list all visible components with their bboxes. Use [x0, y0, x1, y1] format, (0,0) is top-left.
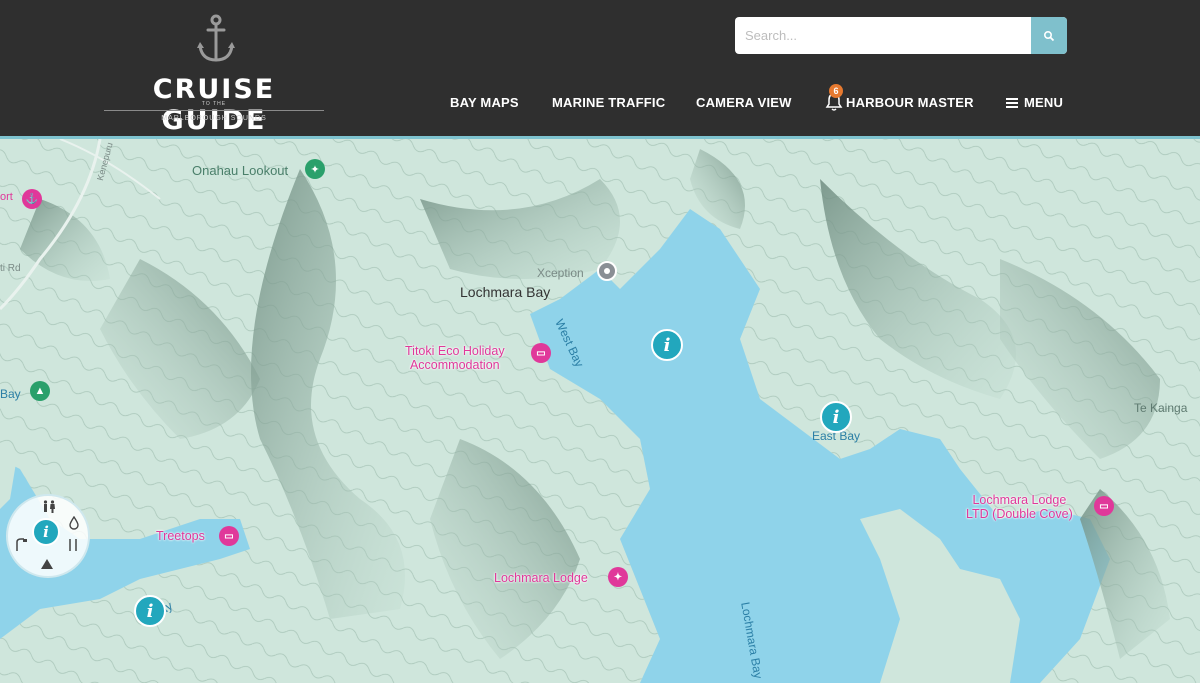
label-xception: Xception [537, 266, 584, 280]
bed-icon: ▭ [536, 347, 546, 359]
label-te-kainga: Te Kainga [1134, 401, 1188, 415]
menu-label: MENU [1024, 95, 1064, 110]
cutlery-icon [69, 539, 77, 551]
nav-bay-maps[interactable]: BAY MAPS [450, 95, 519, 110]
site-header: CRUISE GUIDE TO THE MARLBOROUGH SOUNDS B… [0, 0, 1200, 139]
toilets-icon [43, 500, 55, 513]
mooring-marker[interactable] [597, 261, 617, 281]
shower-icon [16, 538, 27, 551]
label-treetops: Treetops [156, 529, 205, 543]
search-bar [735, 17, 1067, 54]
label-lochmara-bay: Lochmara Bay [460, 284, 551, 300]
label-lochmara-lodge-ltd: Lochmara Lodge LTD (Double Cove) [966, 493, 1073, 521]
search-icon [1043, 30, 1055, 41]
lookout-marker[interactable]: ✦ [305, 159, 325, 179]
titoki-marker[interactable]: ▭ [531, 343, 551, 363]
star-icon: ✦ [613, 571, 623, 583]
cruise-guide-logo[interactable]: CRUISE GUIDE TO THE MARLBOROUGH SOUNDS [100, 14, 328, 136]
search-input[interactable] [735, 17, 1021, 54]
label-onahau-lookout: Onahau Lookout [192, 163, 289, 178]
nav-harbour-master[interactable]: HARBOUR MASTER [846, 95, 974, 110]
logo-subtitle: MARLBOROUGH SOUNDS [161, 115, 267, 122]
info-marker-bottom-bay[interactable]: i [134, 595, 166, 627]
water-drop-icon [69, 516, 79, 530]
label-port-partial: ort [0, 191, 13, 203]
nav-camera-view[interactable]: CAMERA VIEW [696, 95, 792, 110]
anchor-icon [197, 14, 235, 62]
info-marker-east-bay[interactable]: i [820, 401, 852, 433]
label-road-partial: ti Rd [0, 263, 21, 274]
hamburger-icon [1006, 96, 1018, 108]
lochmara-lodge-ltd-marker[interactable]: ▭ [1094, 496, 1114, 516]
bed-icon: ▭ [224, 530, 234, 542]
notification-badge: 6 [829, 84, 843, 98]
info-icon: i [32, 518, 60, 546]
bay-map[interactable]: Lochmara Bay Onahau Lookout ✦ Xception W… [0, 139, 1200, 683]
nav-menu[interactable]: MENU [1006, 95, 1063, 110]
logo-small-line: TO THE [201, 101, 227, 107]
campsite-marker[interactable]: ▲ [30, 381, 50, 401]
terrain-map [0, 139, 1200, 683]
search-button[interactable] [1031, 17, 1067, 54]
info-marker-west-bay[interactable]: i [651, 329, 683, 361]
nav-marine-traffic[interactable]: MARINE TRAFFIC [552, 95, 665, 110]
label-bay-left: Bay [0, 387, 21, 401]
binoculars-icon: ✦ [310, 163, 320, 176]
anchor-small-icon: ⚓ [25, 193, 39, 205]
treetops-marker[interactable]: ▭ [219, 526, 239, 546]
dot-icon [604, 268, 610, 274]
info-icon: i [663, 334, 671, 356]
label-titoki-eco: Titoki Eco Holiday Accommodation [405, 344, 505, 372]
port-marker[interactable]: ⚓ [22, 189, 42, 209]
lochmara-lodge-marker[interactable]: ✦ [608, 567, 628, 587]
tent-icon: ▲ [34, 385, 46, 397]
label-lochmara-lodge: Lochmara Lodge [494, 571, 588, 585]
info-icon: i [832, 406, 840, 428]
info-icon: i [146, 600, 154, 622]
tent-icon [41, 559, 53, 569]
facility-cluster-marker[interactable]: i [6, 494, 90, 578]
bed-icon: ▭ [1099, 500, 1109, 512]
logo-divider [104, 110, 324, 111]
